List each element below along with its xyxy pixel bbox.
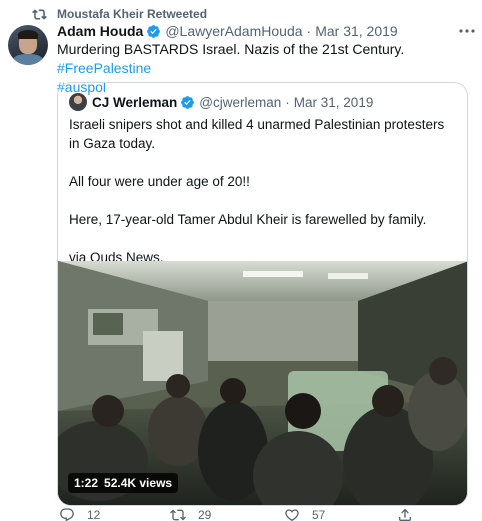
video-player[interactable]: 1:22 52.4K views xyxy=(58,261,467,505)
tweet-body: Murdering BASTARDS Israel. Nazis of the … xyxy=(57,41,405,57)
like-count: 57 xyxy=(312,508,326,521)
share-icon xyxy=(399,508,411,521)
quoted-tweet-card[interactable]: CJ Werleman @cjwerleman · Mar 31, 2019 I… xyxy=(57,82,468,506)
like-button[interactable]: 57 xyxy=(284,507,325,521)
quoted-tweet-date: Mar 31, 2019 xyxy=(293,94,374,110)
share-button[interactable] xyxy=(397,507,425,521)
author-name[interactable]: Adam Houda xyxy=(57,23,143,39)
hashtag-freepalestine[interactable]: #FreePalestine xyxy=(57,60,151,76)
separator-dot: · xyxy=(306,23,312,39)
tweet-date[interactable]: Mar 31, 2019 xyxy=(315,23,398,39)
reply-count: 12 xyxy=(87,508,101,521)
tweet-actions: 12 29 57 xyxy=(57,506,417,521)
reply-button[interactable]: 12 xyxy=(59,507,100,521)
quoted-paragraph: All four were under age of 20!! xyxy=(69,174,250,189)
retweet-context[interactable]: Moustafa Kheir Retweeted xyxy=(12,6,207,22)
video-info-badge: 1:22 52.4K views xyxy=(68,473,179,493)
verified-badge-icon xyxy=(181,95,195,109)
more-icon[interactable] xyxy=(458,24,476,38)
quoted-author-avatar xyxy=(69,93,87,111)
retweet-button[interactable]: 29 xyxy=(170,507,211,521)
quoted-author-name: CJ Werleman xyxy=(92,94,178,110)
retweet-icon xyxy=(170,509,186,521)
retweet-count: 29 xyxy=(198,508,212,521)
retweet-context-label: Moustafa Kheir Retweeted xyxy=(57,7,208,21)
author-avatar[interactable] xyxy=(8,25,48,65)
retweet-icon xyxy=(32,8,47,20)
separator-dot: · xyxy=(285,94,290,110)
video-duration: 1:22 xyxy=(74,476,99,490)
video-views: 52.4K views xyxy=(104,476,173,490)
quoted-paragraph: Israeli snipers shot and killed 4 unarme… xyxy=(69,117,445,151)
quoted-author-handle: @cjwerleman xyxy=(199,94,282,110)
video-frame xyxy=(58,261,467,505)
verified-badge-icon xyxy=(147,24,161,38)
tweet-header: Adam Houda @LawyerAdamHouda · Mar 31, 20… xyxy=(57,22,398,40)
author-handle[interactable]: @LawyerAdamHouda xyxy=(165,23,302,39)
heart-icon xyxy=(285,509,299,521)
quoted-tweet-header: CJ Werleman @cjwerleman · Mar 31, 2019 xyxy=(69,93,373,111)
reply-icon xyxy=(60,508,74,521)
quoted-paragraph: Here, 17-year-old Tamer Abdul Kheir is f… xyxy=(69,212,427,227)
